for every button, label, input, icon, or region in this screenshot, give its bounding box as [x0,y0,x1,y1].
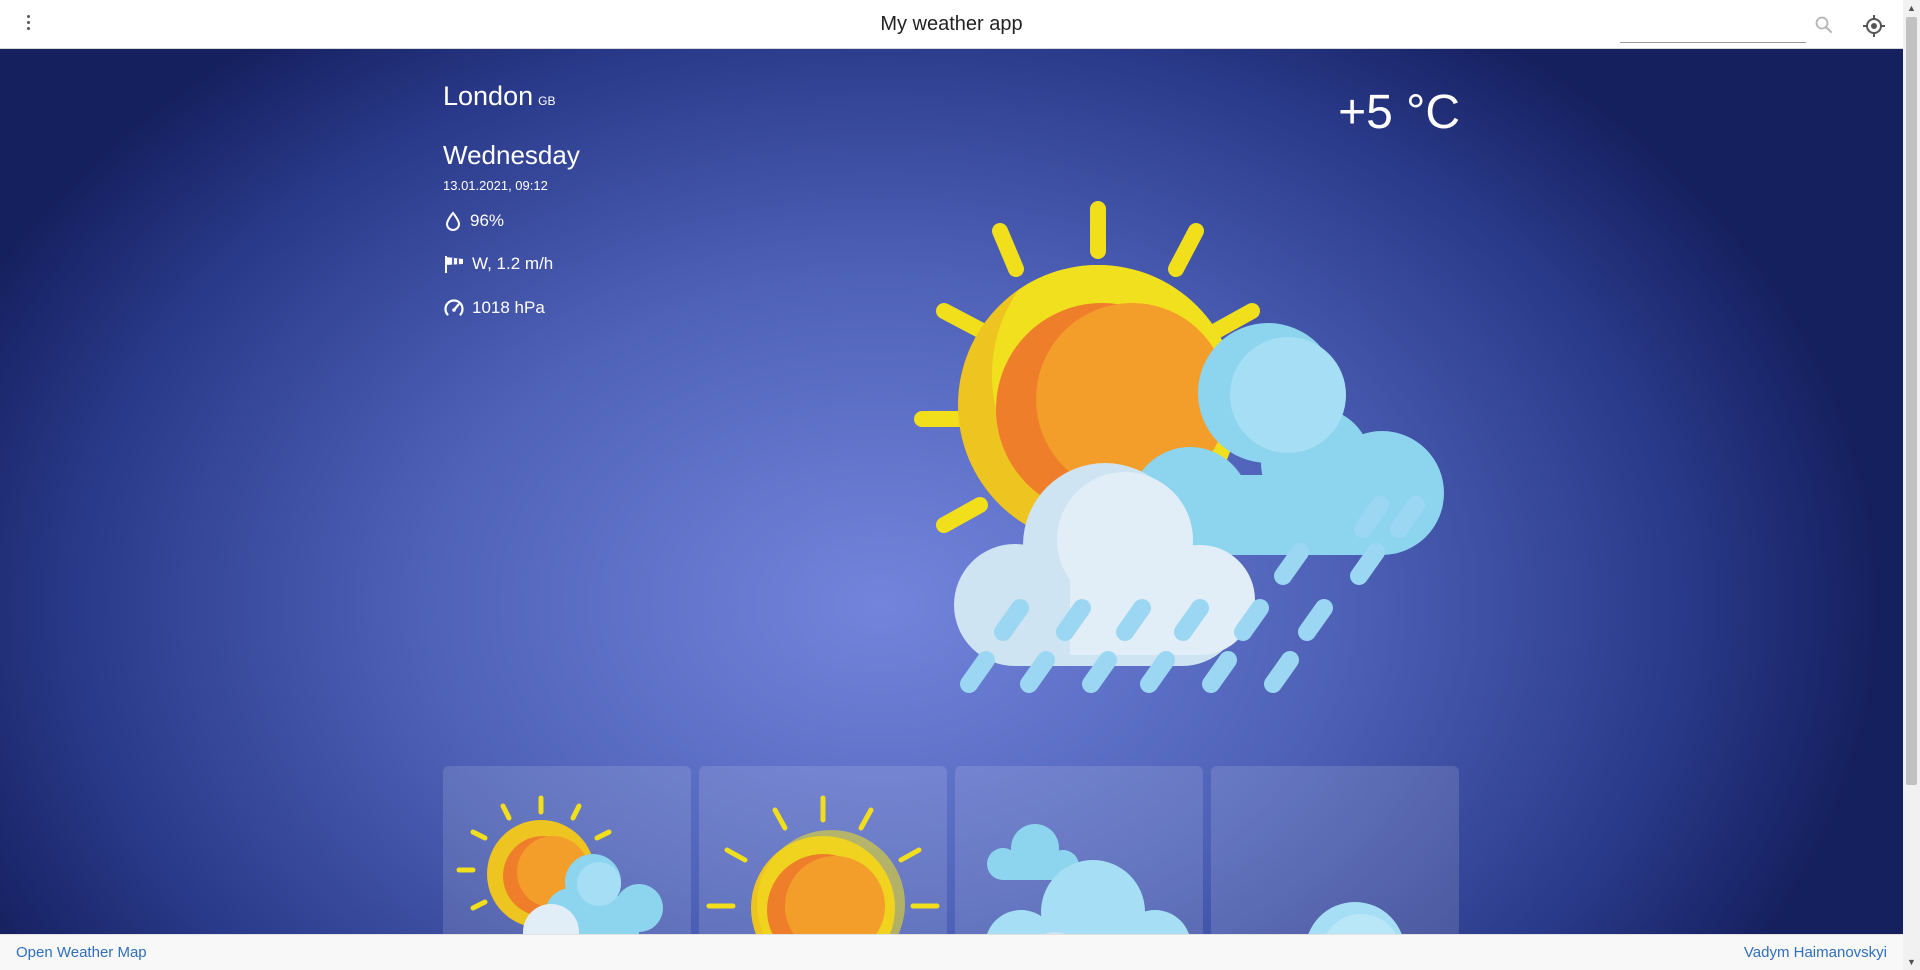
weather-panel: London GB +5 °C Wednesday 13.01.2021, 09:… [0,49,1903,934]
footer: Open Weather Map Vadym Haimanovskyi [0,934,1903,970]
scroll-thumb[interactable] [1906,17,1917,785]
city-search-input[interactable] [1620,14,1806,43]
author-link[interactable]: Vadym Haimanovskyi [1744,944,1887,961]
wind-row: W, 1.2 m/h [443,254,553,274]
country-code: GB [538,94,556,108]
app-header: My weather app [0,0,1903,49]
scroll-down-arrow-icon[interactable]: ▼ [1907,957,1916,967]
pressure-value: 1018 hPa [472,298,545,317]
gauge-icon [444,299,464,316]
sun-icon [706,795,940,934]
forecast-card[interactable] [1211,766,1459,934]
wind-value: W, 1.2 m/h [472,254,554,273]
sun-cloud-rain-icon [914,201,1444,693]
date-time: 13.01.2021, 09:12 [443,178,548,193]
humidity-row: 96% [443,211,504,231]
my-location-icon[interactable] [1862,14,1886,38]
forecast-card[interactable] [699,766,947,934]
search-icon[interactable] [1813,14,1835,36]
clouds-icon [987,824,1189,934]
cloud-icon [1308,902,1402,934]
vertical-scrollbar[interactable]: ▲ ▼ [1903,0,1920,970]
open-weather-map-link[interactable]: Open Weather Map [16,944,147,961]
scroll-up-arrow-icon[interactable]: ▲ [1907,3,1916,13]
windsock-icon [445,256,463,273]
location: London GB [443,81,555,112]
sun-behind-cloud-icon [456,795,663,934]
forecast-card[interactable] [443,766,691,934]
current-temperature: +5 °C [1338,86,1460,139]
app-title: My weather app [880,13,1023,35]
humidity-value: 96% [470,211,505,230]
forecast-card[interactable] [955,766,1203,934]
city-name: London [443,81,534,111]
pressure-row: 1018 hPa [443,297,545,319]
drop-icon [445,211,461,231]
weekday: Wednesday [443,140,580,170]
